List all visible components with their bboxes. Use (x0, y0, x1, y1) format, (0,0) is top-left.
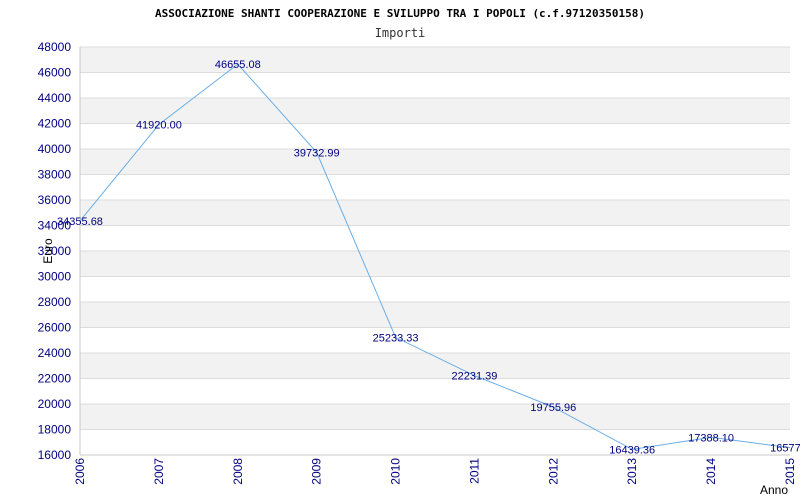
y-tick-label: 26000 (38, 321, 72, 335)
grid-band (80, 149, 790, 175)
y-tick-label: 42000 (38, 117, 72, 131)
x-tick-label: 2012 (546, 458, 560, 485)
data-label: 17388.10 (688, 432, 734, 444)
data-label: 16439.36 (609, 444, 655, 456)
x-tick-label: 2008 (231, 458, 245, 485)
grid-band (80, 404, 790, 430)
data-label: 22231.39 (451, 371, 497, 383)
plot-background-bands (80, 47, 790, 430)
data-label: 25233.33 (373, 332, 419, 344)
y-tick-label: 38000 (38, 168, 72, 182)
chart-title: ASSOCIAZIONE SHANTI COOPERAZIONE E SVILU… (155, 7, 645, 20)
y-tick-label: 24000 (38, 346, 72, 360)
data-label: 41920.00 (136, 120, 182, 132)
y-tick-label: 30000 (38, 270, 72, 284)
x-tick-label: 2011 (467, 458, 481, 484)
grid-band (80, 302, 790, 328)
x-tick-label: 2006 (73, 458, 87, 485)
grid-band (80, 47, 790, 73)
grid-band (80, 251, 790, 277)
y-tick-label: 46000 (38, 66, 72, 80)
y-tick-label: 18000 (38, 423, 72, 437)
data-label: 39732.99 (294, 147, 340, 159)
y-tick-label: 36000 (38, 193, 72, 207)
x-tick-label: 2009 (310, 458, 324, 485)
y-tick-label: 44000 (38, 91, 72, 105)
data-label: 16577.0 (770, 443, 800, 455)
x-tick-label: 2007 (152, 458, 166, 485)
x-axis-label: Anno (760, 483, 788, 497)
x-tick-label: 2010 (389, 458, 403, 485)
grid-band (80, 98, 790, 124)
chart-subtitle: Importi (375, 26, 426, 40)
y-axis-label: Euro (41, 238, 55, 264)
data-label: 19755.96 (530, 402, 576, 414)
x-tick-label: 2014 (704, 458, 718, 485)
grid-band (80, 200, 790, 226)
y-tick-label: 20000 (38, 397, 72, 411)
data-label: 34355.68 (57, 216, 103, 228)
x-tick-label: 2013 (625, 458, 639, 485)
x-tick-labels: 2006 2007 2008 2009 2010 2011 2012 2013 2014 2015 (73, 458, 797, 485)
y-tick-label: 16000 (38, 448, 72, 462)
x-tick-label: 2015 (783, 458, 797, 485)
line-chart: 16000 18000 20000 22000 24000 26000 28000 30000… (38, 7, 800, 497)
y-tick-label: 40000 (38, 142, 72, 156)
y-tick-label: 22000 (38, 372, 72, 386)
y-tick-label: 48000 (38, 40, 72, 54)
data-label: 46655.08 (215, 59, 261, 71)
y-tick-label: 28000 (38, 295, 72, 309)
